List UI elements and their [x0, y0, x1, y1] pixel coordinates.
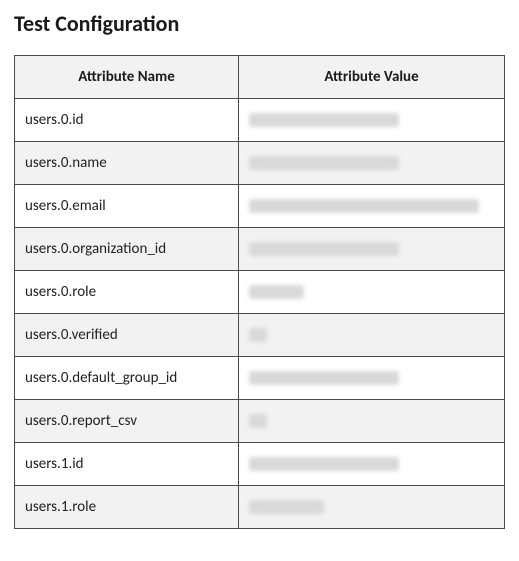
redacted-value — [249, 285, 304, 299]
table-row: users.0.verified — [15, 314, 505, 357]
attr-name-cell: users.0.role — [15, 271, 239, 314]
attr-value-cell — [239, 99, 505, 142]
redacted-value — [249, 371, 399, 385]
table-row: users.0.id — [15, 99, 505, 142]
attr-name-cell: users.0.default_group_id — [15, 357, 239, 400]
col-header-value: Attribute Value — [239, 56, 505, 99]
redacted-value — [249, 457, 399, 471]
table-row: users.0.report_csv — [15, 400, 505, 443]
attr-value-cell — [239, 443, 505, 486]
attr-value-cell — [239, 400, 505, 443]
table-row: users.1.id — [15, 443, 505, 486]
attr-name-cell: users.0.report_csv — [15, 400, 239, 443]
attr-name-cell: users.0.organization_id — [15, 228, 239, 271]
table-row: users.0.name — [15, 142, 505, 185]
attr-value-cell — [239, 314, 505, 357]
table-row: users.0.email — [15, 185, 505, 228]
attr-value-cell — [239, 486, 505, 529]
redacted-value — [249, 199, 479, 213]
attr-name-cell: users.1.id — [15, 443, 239, 486]
table-row: users.0.role — [15, 271, 505, 314]
attr-value-cell — [239, 357, 505, 400]
table-row: users.0.organization_id — [15, 228, 505, 271]
attr-name-cell: users.1.role — [15, 486, 239, 529]
config-table: Attribute Name Attribute Value users.0.i… — [14, 55, 505, 529]
table-row: users.0.default_group_id — [15, 357, 505, 400]
attr-value-cell — [239, 142, 505, 185]
redacted-value — [249, 500, 324, 514]
attr-name-cell: users.0.email — [15, 185, 239, 228]
attr-value-cell — [239, 228, 505, 271]
table-row: users.1.role — [15, 486, 505, 529]
attr-value-cell — [239, 271, 505, 314]
table-header-row: Attribute Name Attribute Value — [15, 56, 505, 99]
redacted-value — [249, 328, 267, 342]
attr-name-cell: users.0.verified — [15, 314, 239, 357]
redacted-value — [249, 113, 399, 127]
page-title: Test Configuration — [14, 10, 505, 37]
attr-value-cell — [239, 185, 505, 228]
col-header-name: Attribute Name — [15, 56, 239, 99]
redacted-value — [249, 156, 399, 170]
attr-name-cell: users.0.name — [15, 142, 239, 185]
attr-name-cell: users.0.id — [15, 99, 239, 142]
redacted-value — [249, 242, 399, 256]
redacted-value — [249, 414, 267, 428]
